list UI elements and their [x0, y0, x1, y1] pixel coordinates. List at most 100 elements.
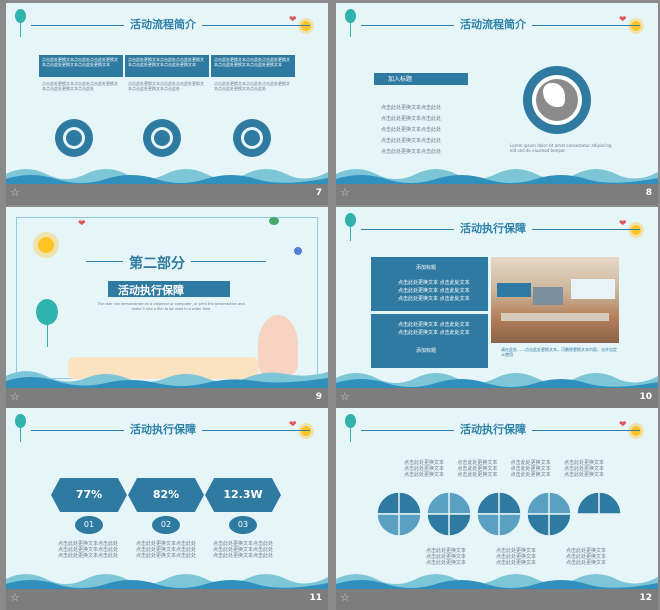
slide-number: 12: [639, 593, 652, 603]
balloon-string: [350, 23, 351, 37]
slide-number: 9: [315, 392, 322, 402]
box-text: 点击此处更换文本点击此处点击此处更换文本点击此处更换文本点击此处更换文本: [128, 57, 204, 67]
slide-canvas: ❤ 第二部分 活动执行保障 The user can demonstrate o…: [6, 207, 328, 388]
label-line: 点击此处更换文本: [495, 560, 536, 566]
box-lines: 点击此处更换文本 点击此处文本 点击此处更换文本 点击此处文本 点击此处更换文本…: [398, 279, 470, 303]
slide-footer: ☆ 9: [6, 388, 328, 409]
box-line: 点击此处更换文本 点击此处文本: [398, 296, 470, 302]
part-title: 第二部分: [123, 253, 191, 273]
sun-icon: [631, 225, 641, 235]
slide-thumbnail-7[interactable]: ❤ 活动流程简介 点击此处更换文本点击此处点击此处更换文本点击此处更换文本点击此…: [6, 3, 328, 205]
slide-canvas: ❤ 活动执行保障 添加标题 点击此处更换文本 点击此处文本 点击此处更换文本 点…: [336, 207, 658, 388]
slide-canvas: ❤ 活动执行保障 点击此处更换文本 点击此处更换文本 点击此处更换文本 点击此处更换…: [336, 408, 658, 589]
box-line: 点击此处更换文本 点击此处文本: [398, 288, 470, 294]
flag-icon: [233, 119, 271, 157]
label-line: 点击此处更换文本: [457, 472, 498, 478]
bullet-item: 点击此处更换文本点击此处: [381, 127, 442, 133]
photo-caption: 请在此处……点击此处更换文本，可删除更换文本内容，允许自定义使用: [501, 347, 617, 357]
stat-text: 点击此处更换文本点击此处 点击此处更换文本点击此处 点击此处更换文本点击此处: [213, 541, 281, 559]
stat-text-line: 点击此处更换文本点击此处: [136, 553, 197, 559]
heart-icon: ❤: [619, 15, 627, 25]
heart-icon: ❤: [619, 219, 627, 229]
star-icon: ☆: [10, 390, 20, 403]
caption-text: Lorem ipsum dolor sit amet consectetur a…: [510, 143, 612, 153]
star-icon: ☆: [340, 591, 350, 604]
slide-thumbnail-12[interactable]: ❤ 活动执行保障 点击此处更换文本 点击此处更换文本 点击此处更换文本 点击此处更换…: [336, 408, 658, 610]
stat-text: 点击此处更换文本点击此处 点击此处更换文本点击此处 点击此处更换文本点击此处: [136, 541, 204, 559]
slide-canvas: ❤ 活动流程简介 加入标题 点击此处更换文本点击此处 点击此处更换文本点击此处 …: [336, 3, 658, 184]
label-line: 点击此处更换文本: [563, 472, 604, 478]
balloon-icon: [345, 9, 356, 23]
wave-diagram: [376, 491, 621, 537]
heart-icon: ❤: [78, 219, 86, 229]
stat-text: 点击此处更换文本点击此处 点击此处更换文本点击此处 点击此处更换文本点击此处: [58, 541, 126, 559]
bullet-item: 点击此处更换文本点击此处: [381, 105, 442, 111]
slide-title: 活动流程简介: [124, 17, 202, 33]
balloon-icon: [36, 299, 58, 325]
box-label: 添加标题: [416, 348, 437, 354]
bullet-list: 点击此处更换文本点击此处 点击此处更换文本点击此处 点击此处更换文本点击此处 点…: [381, 105, 441, 155]
slide-number: 10: [639, 392, 652, 402]
sun-icon: [301, 21, 311, 31]
balloon-string: [350, 428, 351, 442]
balloon-string: [20, 23, 21, 37]
slide-title: 活动执行保障: [124, 422, 202, 438]
cloud-wave: [6, 574, 328, 589]
star-icon: ☆: [10, 186, 20, 199]
star-icon: ☆: [340, 390, 350, 403]
label-line: 点击此处更换文本: [510, 472, 551, 478]
label-line: 点击此处更换文本: [565, 560, 606, 566]
sub-text: 点击此处更换文本点击此处点击此处更换文本点击此处更换文本点击此处: [214, 81, 290, 91]
balloon-string: [20, 428, 21, 442]
stat-index: 02: [152, 516, 180, 534]
slide-canvas: ❤ 活动执行保障 77% 82% 12.3W 01 02 03 点击此处更换文本…: [6, 408, 328, 589]
classroom-photo: [491, 257, 619, 343]
star-icon: ☆: [340, 186, 350, 199]
heart-icon: ❤: [619, 420, 627, 430]
sub-text: 点击此处更换文本点击此处点击此处更换文本点击此处更换文本点击此处: [128, 81, 204, 91]
candy-icon: [269, 217, 279, 225]
box-text: 点击此处更换文本点击此处点击此处更换文本点击此处更换文本点击此处更换文本: [214, 57, 290, 67]
sun-icon: [301, 426, 311, 436]
bullet-item: 点击此处更换文本点击此处: [381, 149, 442, 155]
box-line: 点击此处更换文本 点击此处文本: [398, 330, 470, 336]
globe-icon: [523, 66, 591, 134]
box-lines: 点击此处更换文本 点击此处文本 点击此处更换文本 点击此处文本: [398, 321, 470, 337]
balloon-icon: [345, 213, 356, 227]
lightbulb-icon: [55, 119, 93, 157]
box-line: 点击此处更换文本 点击此处文本: [398, 322, 470, 328]
cloud-wave: [336, 574, 658, 589]
slide-thumbnail-10[interactable]: ❤ 活动执行保障 添加标题 点击此处更换文本 点击此处文本 点击此处更换文本 点…: [336, 207, 658, 409]
balloon-icon: [15, 9, 26, 23]
slide-canvas: ❤ 活动流程简介 点击此处更换文本点击此处点击此处更换文本点击此处更换文本点击此…: [6, 3, 328, 184]
box-line: 点击此处更换文本 点击此处文本: [398, 280, 470, 286]
slide-number: 11: [309, 593, 322, 603]
sub-text: 点击此处更换文本点击此处点击此处更换文本点击此处更换文本点击此处: [42, 81, 118, 91]
box-text: 点击此处更换文本点击此处点击此处更换文本点击此处更换文本点击此处更换文本: [42, 57, 118, 67]
stat-index: 03: [229, 516, 257, 534]
slide-thumbnail-8[interactable]: ❤ 活动流程简介 加入标题 点击此处更换文本点击此处 点击此处更换文本点击此处 …: [336, 3, 658, 205]
slide-title: 活动执行保障: [454, 221, 532, 237]
label-line: 点击此处更换文本: [426, 560, 467, 566]
sun-icon: [38, 237, 54, 253]
slide-thumbnail-11[interactable]: ❤ 活动执行保障 77% 82% 12.3W 01 02 03 点击此处更换文本…: [6, 408, 328, 610]
slide-footer: ☆ 8: [336, 184, 658, 205]
slide-footer: ☆ 10: [336, 388, 658, 409]
sun-icon: [631, 21, 641, 31]
bullet-item: 点击此处更换文本点击此处: [381, 116, 442, 122]
stat-text-line: 点击此处更换文本点击此处: [58, 553, 119, 559]
description-text: The user can demonstrate on a projector …: [97, 302, 245, 311]
bottom-labels: 点击此处更换文本 点击此处更换文本 点击此处更换文本 点击此处更换文本 点击此处更换文…: [426, 548, 606, 566]
stat-hexagon: 12.3W: [205, 478, 281, 512]
cloud-wave: [6, 169, 328, 184]
slide-title: 活动流程简介: [454, 17, 532, 33]
sun-icon: [631, 426, 641, 436]
cloud-wave: [336, 373, 658, 388]
heart-icon: ❤: [289, 15, 297, 25]
balloon-string: [350, 227, 351, 241]
slide-footer: ☆ 11: [6, 589, 328, 610]
top-labels: 点击此处更换文本 点击此处更换文本 点击此处更换文本 点击此处更换文本 点击此处更换文…: [404, 460, 604, 478]
bullet-item: 点击此处更换文本点击此处: [381, 138, 442, 144]
balloon-string: [47, 325, 48, 347]
slide-thumbnail-9[interactable]: ❤ 第二部分 活动执行保障 The user can demonstrate o…: [6, 207, 328, 409]
